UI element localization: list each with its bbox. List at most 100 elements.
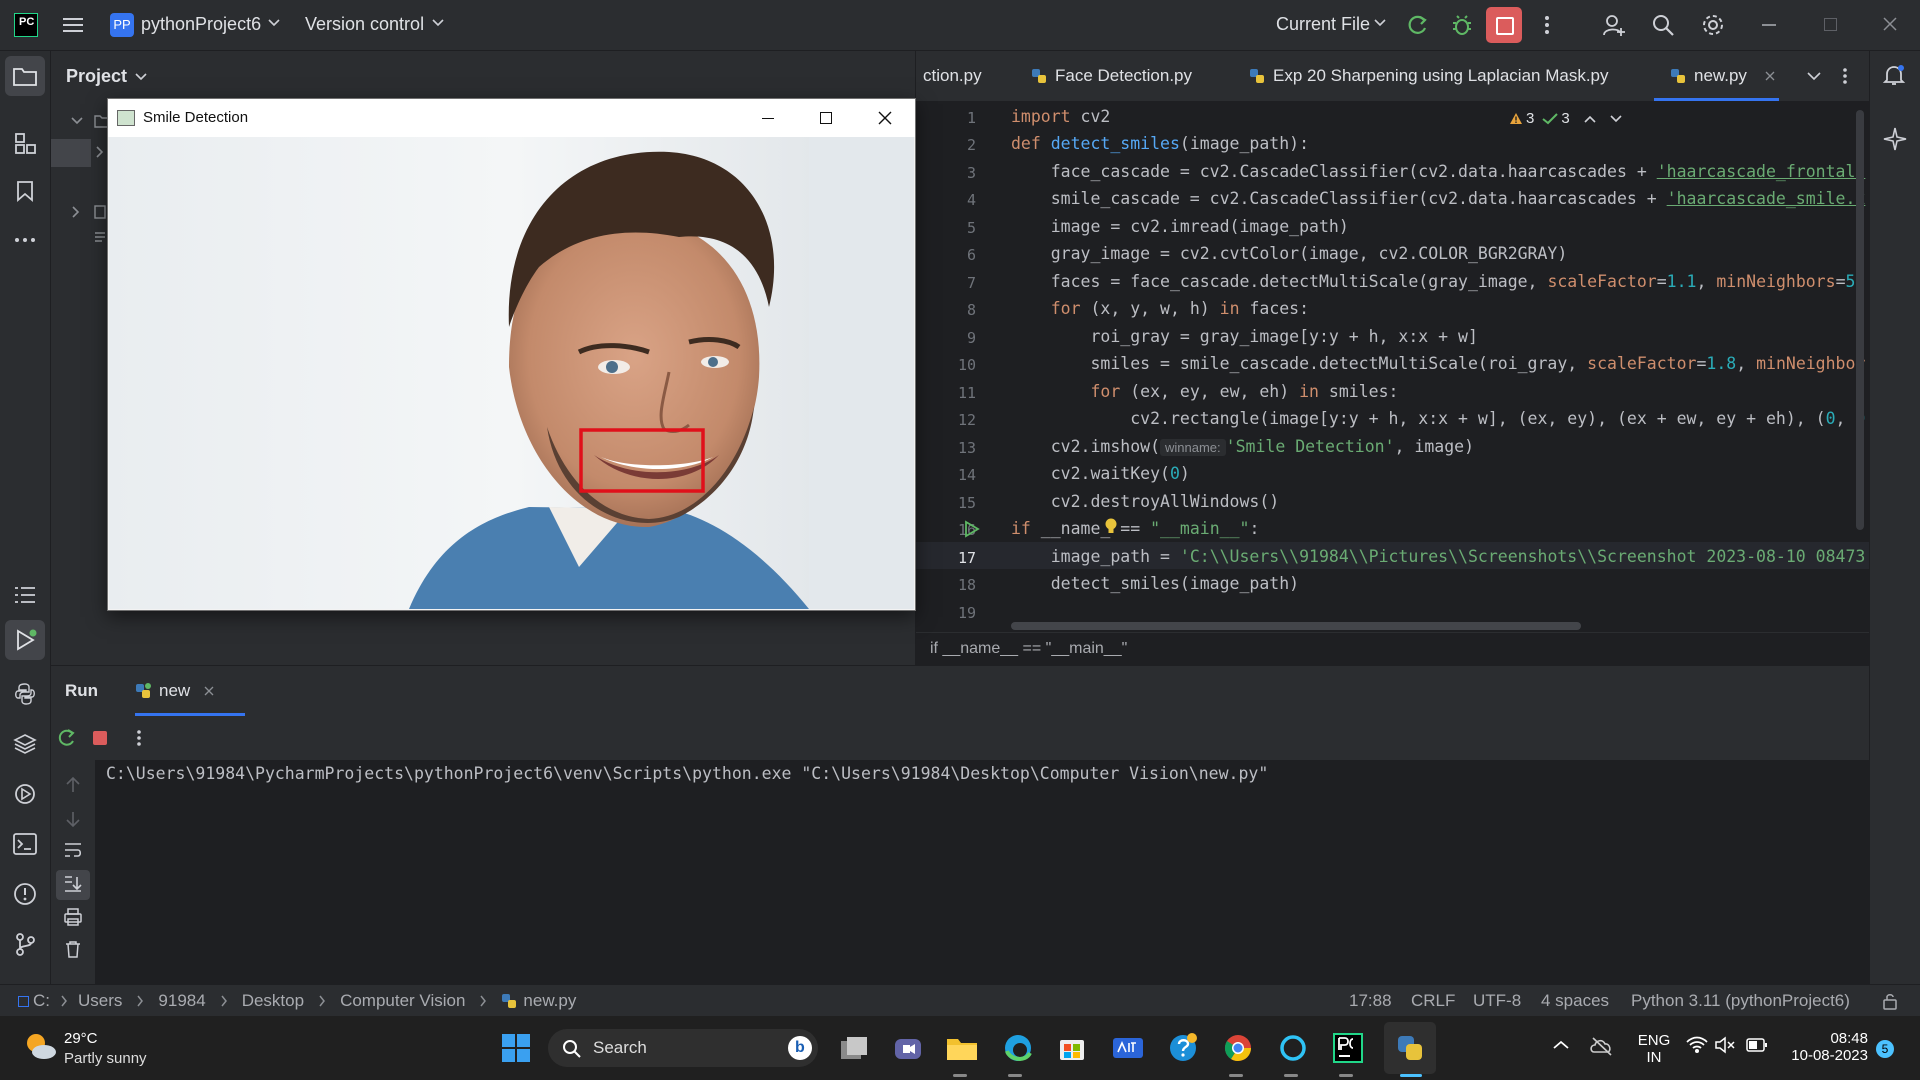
scroll-down-icon[interactable] (65, 810, 81, 828)
project-selector[interactable]: pythonProject6 (141, 14, 261, 35)
help-app-icon[interactable] (1163, 1028, 1203, 1068)
inspection-widget[interactable]: 3 3 (1509, 110, 1622, 127)
window-close-icon[interactable] (1882, 16, 1898, 32)
more-tools-icon[interactable] (12, 227, 38, 253)
todo-list-icon[interactable] (12, 582, 38, 608)
search-icon[interactable] (1650, 12, 1676, 38)
problems-icon[interactable] (12, 881, 38, 907)
code-line: def detect_smiles(image_path): (1011, 134, 1310, 153)
line-separator[interactable]: CRLF (1411, 991, 1455, 1011)
git-branch-icon[interactable] (12, 931, 38, 957)
myasus-icon[interactable] (1108, 1028, 1148, 1068)
microsoft-store-icon[interactable] (1052, 1028, 1092, 1068)
wifi-icon[interactable] (1686, 1036, 1708, 1054)
debug-icon[interactable] (1449, 12, 1475, 38)
stop-button[interactable] (1486, 7, 1522, 43)
python-packages-icon[interactable] (12, 731, 38, 757)
line-number: 11 (957, 384, 976, 402)
horizontal-scrollbar[interactable] (1011, 622, 1581, 630)
cv-close-icon[interactable] (878, 111, 892, 125)
run-more-icon[interactable] (136, 729, 142, 747)
breadcrumb-item[interactable]: Desktop (242, 991, 304, 1011)
code-with-me-icon[interactable] (1601, 12, 1627, 38)
version-control-menu[interactable]: Version control (305, 14, 424, 35)
notification-count-badge[interactable]: 5 (1876, 1040, 1894, 1058)
onedrive-offline-icon[interactable] (1590, 1036, 1614, 1056)
tab-exp20-sharpening[interactable]: Exp 20 Sharpening using Laplacian Mask.p… (1249, 51, 1609, 101)
next-highlight-icon[interactable] (1610, 114, 1622, 124)
rerun-icon[interactable] (57, 728, 77, 748)
run-console-output[interactable]: C:\Users\91984\PycharmProjects\pythonPro… (106, 764, 1268, 783)
notifications-bell-icon[interactable] (1882, 63, 1906, 87)
task-view-icon[interactable] (834, 1028, 874, 1068)
scroll-up-icon[interactable] (65, 776, 81, 794)
weather-temperature[interactable]: 29°C (64, 1030, 98, 1047)
rerun-icon[interactable] (1405, 12, 1431, 38)
volume-muted-icon[interactable] (1714, 1036, 1736, 1054)
indent-setting[interactable]: 4 spaces (1541, 991, 1609, 1011)
tree-collapse-chevron-icon[interactable] (71, 206, 81, 218)
project-panel-title[interactable]: Project (66, 66, 127, 87)
lightbulb-icon[interactable] (1104, 517, 1118, 535)
tab-ction-py[interactable]: ction.py (923, 51, 982, 101)
clear-all-trash-icon[interactable] (65, 940, 81, 958)
tab-close-icon[interactable] (1765, 71, 1775, 81)
breadcrumb-item[interactable]: Computer Vision (340, 991, 465, 1011)
settings-gear-icon[interactable] (1700, 12, 1726, 38)
bookmarks-icon[interactable] (12, 178, 38, 204)
chrome-browser-icon[interactable] (1218, 1028, 1258, 1068)
ai-assistant-icon[interactable] (1883, 127, 1907, 151)
breadcrumb-item[interactable]: 91984 (158, 991, 205, 1011)
pycharm-taskbar-icon[interactable] (1328, 1028, 1368, 1068)
python-interpreter[interactable]: Python 3.11 (pythonProject6) (1631, 991, 1850, 1011)
cortana-ring-icon[interactable] (1273, 1028, 1313, 1068)
breadcrumb-item[interactable]: C: (33, 991, 50, 1011)
tabs-dropdown-icon[interactable] (1807, 71, 1821, 81)
window-minimize-icon[interactable] (1762, 24, 1776, 26)
cv-maximize-icon[interactable] (820, 112, 832, 124)
cv-window-titlebar[interactable]: Smile Detection (108, 99, 915, 137)
lock-icon[interactable] (1882, 992, 1898, 1010)
weather-condition[interactable]: Partly sunny (64, 1050, 147, 1067)
show-hidden-icons-chevron[interactable] (1553, 1040, 1569, 1050)
cv-minimize-icon[interactable] (762, 118, 774, 120)
stop-icon[interactable] (93, 731, 107, 745)
run-gutter-icon[interactable] (964, 520, 980, 538)
services-icon[interactable] (12, 781, 38, 807)
structure-icon[interactable] (12, 130, 38, 156)
taskbar-search-box[interactable]: Search b (548, 1029, 818, 1067)
teams-meet-icon[interactable] (888, 1028, 928, 1068)
print-icon[interactable] (64, 908, 82, 926)
run-tab-close-icon[interactable] (204, 686, 214, 696)
more-actions-icon[interactable] (1534, 12, 1560, 38)
tab-new-py[interactable]: new.py (1670, 51, 1775, 101)
vertical-scrollbar[interactable] (1856, 110, 1864, 530)
editor-breadcrumb[interactable]: if __name__ == "__main__" (930, 640, 1127, 658)
weather-partly-sunny-icon[interactable] (22, 1030, 58, 1062)
tab-face-detection[interactable]: Face Detection.py (1031, 51, 1192, 101)
soft-wrap-icon[interactable] (64, 842, 82, 858)
python-console-icon[interactable] (12, 681, 38, 707)
breadcrumb-item[interactable]: new.py (523, 991, 576, 1011)
tree-collapse-chevron-icon[interactable] (95, 146, 105, 158)
tree-expand-chevron-icon[interactable] (71, 116, 83, 126)
edge-browser-icon[interactable] (998, 1028, 1038, 1068)
previous-highlight-icon[interactable] (1584, 114, 1596, 124)
tree-row-selected[interactable] (51, 139, 91, 167)
run-tab-new[interactable]: new (135, 666, 214, 716)
input-language[interactable]: ENG IN (1634, 1032, 1674, 1066)
file-encoding[interactable]: UTF-8 (1473, 991, 1521, 1011)
code-editor[interactable]: 3 3 1 2 3 4 5 6 7 8 9 10 11 12 13 14 15 … (916, 102, 1869, 632)
navigation-breadcrumb[interactable]: C: Users 91984 Desktop Computer Vision n… (33, 991, 576, 1011)
caret-position[interactable]: 17:88 (1349, 991, 1392, 1011)
window-restore-icon[interactable] (1824, 18, 1837, 31)
run-configuration-selector[interactable]: Current File (1276, 14, 1370, 35)
breadcrumb-item[interactable]: Users (78, 991, 122, 1011)
battery-icon[interactable] (1746, 1037, 1768, 1053)
system-clock[interactable]: 08:48 10-08-2023 (1780, 1030, 1868, 1064)
file-explorer-icon[interactable] (942, 1028, 982, 1068)
terminal-icon[interactable] (12, 831, 38, 857)
windows-start-icon[interactable] (496, 1028, 536, 1068)
main-menu-icon[interactable] (60, 12, 86, 38)
tabs-more-icon[interactable] (1842, 67, 1848, 85)
